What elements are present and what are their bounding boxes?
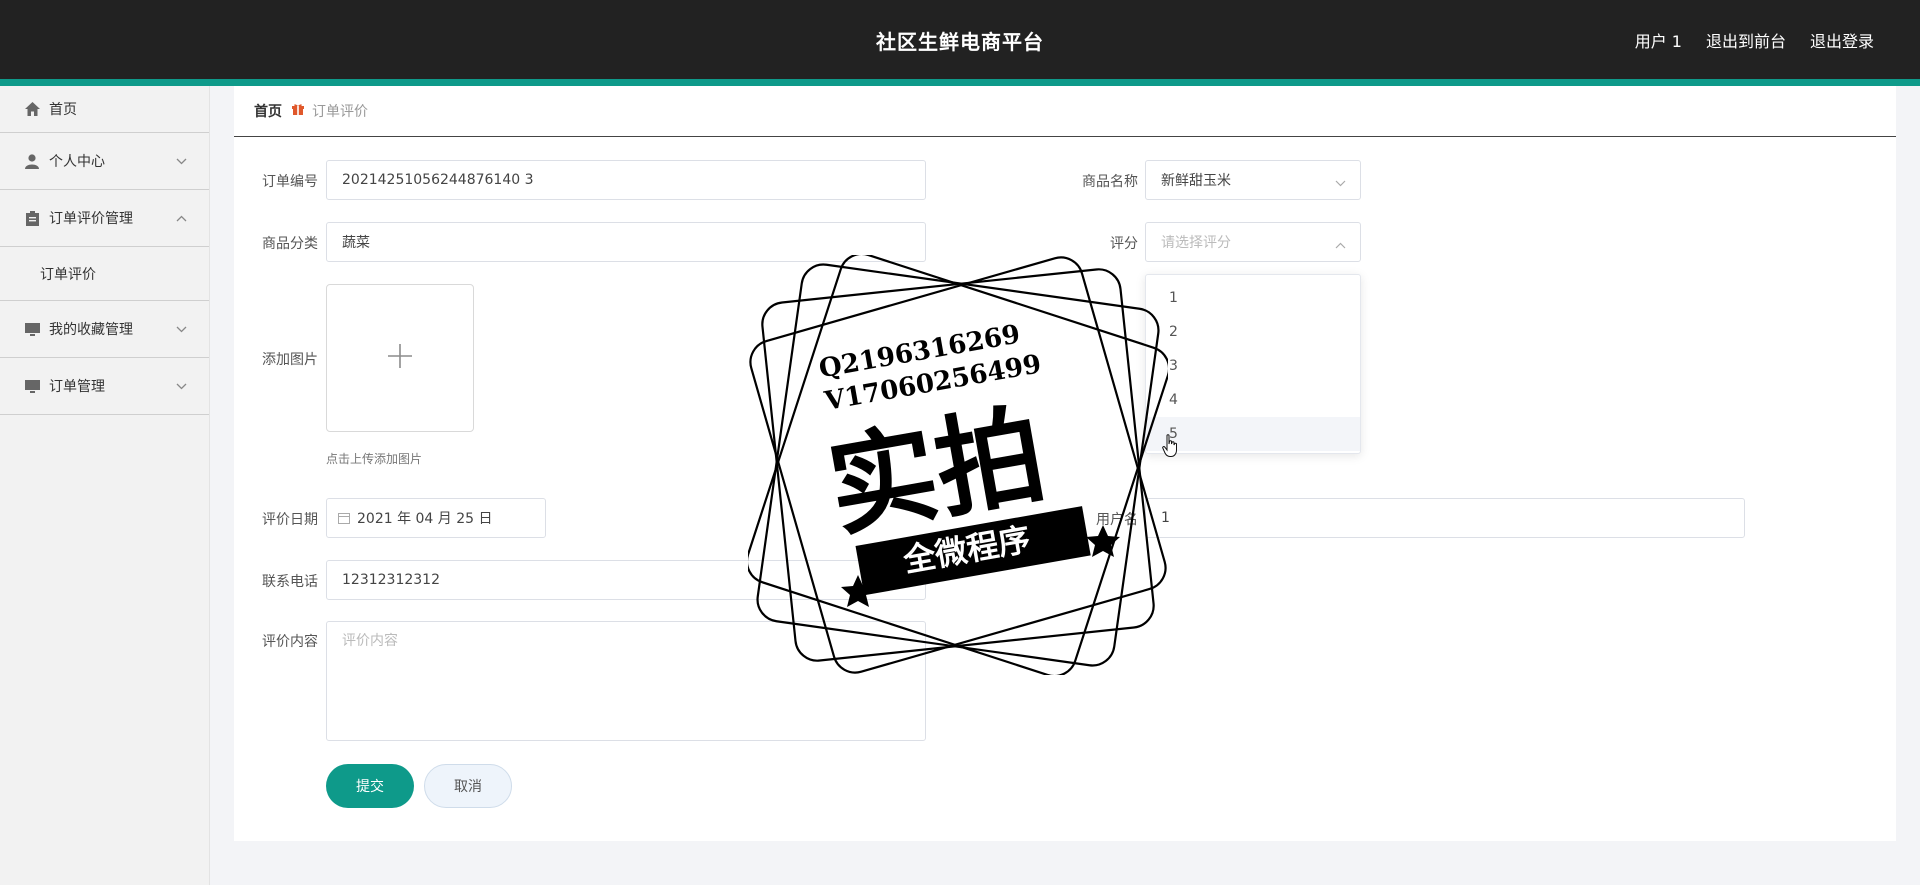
home-icon	[24, 101, 40, 117]
upload-hint: 点击上传添加图片	[326, 452, 423, 466]
calendar-icon	[338, 512, 350, 524]
gift-icon	[292, 103, 304, 119]
phone-label: 联系电话	[262, 574, 318, 590]
top-links: 用户 1 退出到前台 退出登录	[1635, 28, 1874, 52]
chevron-up-icon	[1335, 237, 1346, 253]
sidebar-item-label: 首页	[49, 102, 77, 118]
breadcrumb-home[interactable]: 首页	[254, 101, 282, 121]
date-label: 评价日期	[262, 512, 318, 528]
sidebar-item-label: 订单管理	[49, 379, 105, 395]
sidebar-item-label: 个人中心	[49, 154, 105, 170]
rating-option[interactable]: 3	[1146, 349, 1360, 383]
rating-select[interactable]: 请选择评分	[1145, 222, 1361, 262]
monitor-icon	[24, 378, 40, 394]
submit-button[interactable]: 提交	[326, 764, 414, 808]
review-content-textarea[interactable]: 评价内容	[326, 621, 926, 741]
order-no-input[interactable]: 20214251056244876140 3	[326, 160, 926, 200]
date-input[interactable]: 2021 年 04 月 25 日	[326, 498, 546, 538]
sidebar-item-order-review-mgmt[interactable]: 订单评价管理	[0, 190, 209, 247]
main-content: 首页 订单评价 订单编号 20214251056244876140 3 商品分类…	[234, 86, 1896, 841]
category-label: 商品分类	[262, 236, 318, 252]
chevron-down-icon	[1335, 175, 1346, 191]
monitor-icon	[24, 321, 40, 337]
chevron-down-icon	[176, 321, 187, 337]
rating-option[interactable]: 1	[1146, 281, 1360, 315]
breadcrumb-current: 订单评价	[312, 104, 368, 120]
accent-stripe	[0, 79, 1920, 86]
product-name-select[interactable]: 新鲜甜玉米	[1145, 160, 1361, 200]
app-title: 社区生鲜电商平台	[876, 30, 1044, 54]
rating-placeholder: 请选择评分	[1161, 235, 1231, 251]
rating-option[interactable]: 4	[1146, 383, 1360, 417]
chevron-up-icon	[176, 210, 187, 226]
rating-dropdown: 1 2 3 4 5	[1145, 274, 1361, 454]
product-name-label: 商品名称	[1082, 174, 1138, 190]
sidebar-item-label: 我的收藏管理	[49, 322, 133, 338]
content-label: 评价内容	[262, 634, 318, 650]
sidebar-item-order-review[interactable]: 订单评价	[0, 247, 209, 301]
clipboard-icon	[24, 210, 40, 226]
image-upload-button[interactable]	[326, 284, 474, 432]
sidebar-item-personal-center[interactable]: 个人中心	[0, 133, 209, 190]
breadcrumb: 首页 订单评价	[234, 86, 1896, 137]
product-name-value: 新鲜甜玉米	[1161, 173, 1231, 189]
exit-to-front-link[interactable]: 退出到前台	[1706, 28, 1786, 52]
sidebar-item-home[interactable]: 首页	[0, 86, 209, 133]
chevron-down-icon	[176, 378, 187, 394]
username-label: 用户名	[1096, 512, 1138, 528]
user-icon	[24, 153, 40, 169]
sidebar-item-label: 订单评价管理	[49, 211, 133, 227]
plus-icon	[387, 343, 413, 373]
chevron-down-icon	[176, 153, 187, 169]
top-bar: 社区生鲜电商平台 用户 1 退出到前台 退出登录	[0, 0, 1920, 86]
username-input[interactable]: 1	[1145, 498, 1745, 538]
hand-cursor-icon	[1162, 434, 1180, 462]
sidebar-item-order-mgmt[interactable]: 订单管理	[0, 358, 209, 415]
image-label: 添加图片	[262, 352, 318, 368]
sidebar-item-label: 订单评价	[40, 266, 96, 283]
phone-input[interactable]: 12312312312	[326, 560, 926, 600]
date-value: 2021 年 04 月 25 日	[357, 511, 493, 527]
logout-link[interactable]: 退出登录	[1810, 28, 1874, 52]
category-input[interactable]: 蔬菜	[326, 222, 926, 262]
cancel-button[interactable]: 取消	[424, 764, 512, 808]
current-user-link[interactable]: 用户 1	[1635, 28, 1682, 52]
order-no-label: 订单编号	[262, 174, 318, 190]
rating-label: 评分	[1110, 236, 1138, 252]
sidebar: 首页 个人中心 订单评价管理 订单评价 我的收藏管理 订单管理	[0, 86, 210, 885]
sidebar-item-favorites-mgmt[interactable]: 我的收藏管理	[0, 301, 209, 358]
rating-option[interactable]: 2	[1146, 315, 1360, 349]
